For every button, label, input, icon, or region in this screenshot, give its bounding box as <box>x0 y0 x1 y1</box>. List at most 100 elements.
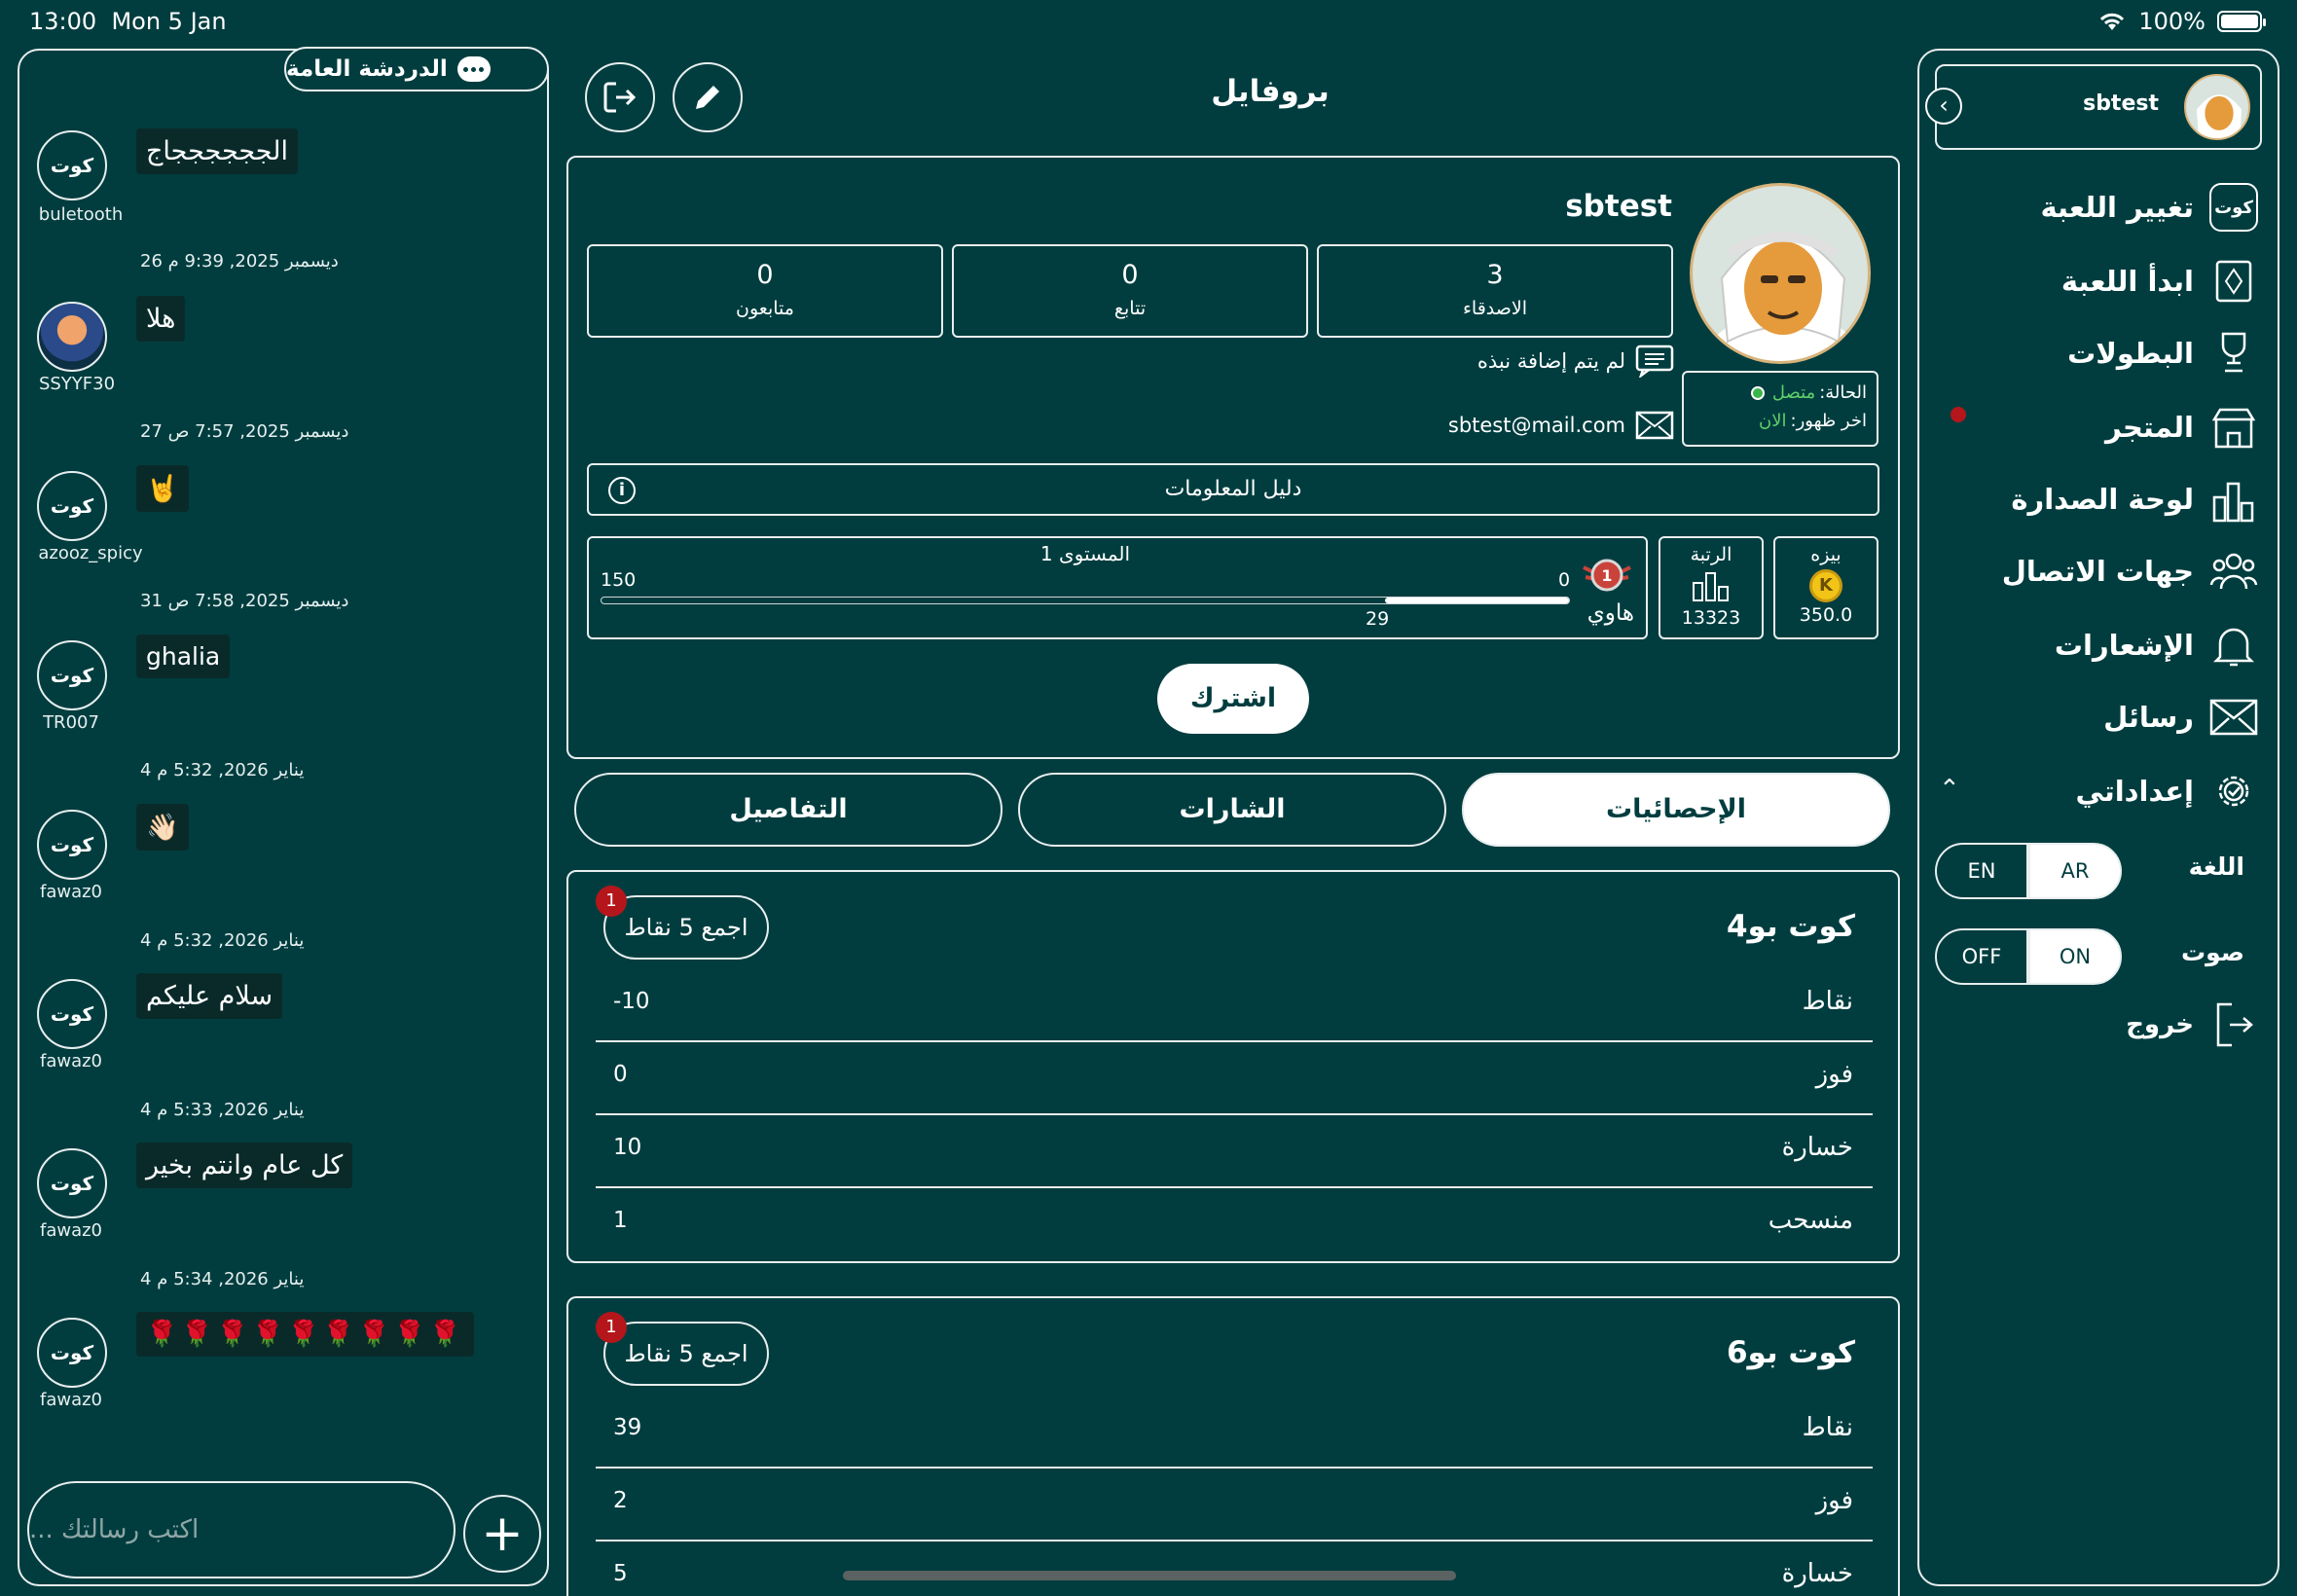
chat-username[interactable]: fawaz0 <box>8 1051 134 1071</box>
chat-username[interactable]: SSYYF30 <box>14 374 140 394</box>
chevron-up-icon[interactable]: ⌃ <box>1939 775 1960 804</box>
profile-bio: لم يتم إضافة نبذه <box>1363 345 1674 378</box>
chat-avatar[interactable] <box>37 302 107 372</box>
add-attachment-button[interactable]: + <box>463 1495 541 1573</box>
page-title: بروفايل <box>1211 74 1330 109</box>
rank-box: الرتبة 13323 <box>1659 536 1764 639</box>
profile-email: sbtest@mail.com <box>1363 411 1674 440</box>
stat-label: الاصدقاء <box>1462 298 1528 319</box>
chat-message: ghalia <box>136 635 231 678</box>
table-row: نقاط -10 <box>596 969 1873 1042</box>
row-label: نقاط <box>1802 987 1853 1016</box>
collapse-sidebar-button[interactable]: ‹ <box>1925 88 1962 125</box>
sound-on-option[interactable]: ON <box>2028 928 2122 985</box>
status-bar: 13:00 Mon 5 Jan 100% <box>0 0 2297 45</box>
bio-text: لم يتم إضافة نبذه <box>1477 349 1625 373</box>
sidebar-user-card[interactable]: ‹ sbtest <box>1925 64 2262 150</box>
info-guide-button[interactable]: i دليل المعلومات <box>587 463 1879 516</box>
email-text: sbtest@mail.com <box>1447 414 1625 437</box>
collect-label: اجمع 5 نقاط <box>624 1340 748 1367</box>
row-value: 0 <box>613 1062 628 1087</box>
pencil-icon <box>696 86 719 109</box>
chat-username[interactable]: buletooth <box>18 204 144 225</box>
chat-username[interactable]: fawaz0 <box>8 1220 134 1241</box>
chat-avatar[interactable]: كوت <box>37 1318 107 1388</box>
battery-icon <box>2217 11 2266 32</box>
logout-label: خروج <box>2126 1010 2194 1039</box>
stat-followers[interactable]: 0 متابعون <box>587 244 943 338</box>
chat-avatar[interactable]: كوت <box>37 979 107 1049</box>
status-label: الحالة: <box>1819 382 1867 403</box>
chat-username[interactable]: fawaz0 <box>8 1390 134 1410</box>
chat-bubble-icon <box>456 56 491 82</box>
chat-message: الججججججاج <box>136 128 298 174</box>
stat-friends[interactable]: 3 الاصدقاء <box>1317 244 1673 338</box>
notification-badge: 1 <box>596 886 627 917</box>
row-value: 1 <box>613 1208 628 1233</box>
chat-message: هلا <box>136 296 186 342</box>
tab-statistics[interactable]: الإحصائيات <box>1462 773 1890 847</box>
sidebar-avatar <box>2184 74 2250 140</box>
notification-badge: 1 <box>596 1312 627 1343</box>
chat-username[interactable]: azooz_spicy <box>27 543 154 563</box>
sidebar-item-notifications[interactable]: الإشعارات <box>1937 617 2258 673</box>
status-value: متصل <box>1771 382 1816 403</box>
sidebar-item-label: تغيير اللعبة <box>2040 191 2194 224</box>
card-title: كوت بو4 <box>1726 909 1855 944</box>
sidebar-item-tournaments[interactable]: البطولات <box>1937 325 2258 381</box>
leaderboard-icon <box>2209 475 2258 524</box>
row-label: فوز <box>1815 1060 1853 1089</box>
language-en-option[interactable]: EN <box>1935 843 2028 899</box>
sidebar-item-label: جهات الاتصال <box>2001 555 2194 588</box>
chat-title-text: الدردشة العامة <box>286 56 448 82</box>
collect-points-button[interactable]: اجمع 5 نقاط 1 <box>596 1312 769 1386</box>
stat-label: تتابع <box>1113 298 1147 319</box>
sidebar-item-store[interactable]: المتجر <box>1937 399 2258 455</box>
sidebar-item-settings[interactable]: إعداداتي <box>1937 763 2258 819</box>
chat-username[interactable]: fawaz0 <box>8 882 134 902</box>
sidebar-item-start-game[interactable]: ابدأ اللعبة <box>1937 253 2258 309</box>
sidebar-item-leaderboard[interactable]: لوحة الصدارة <box>1937 471 2258 527</box>
language-toggle[interactable]: EN AR <box>1935 843 2122 899</box>
chat-date: 4 يناير 2026, 5:34 م <box>140 1269 305 1289</box>
subscribe-button[interactable]: اشترك <box>1157 664 1309 734</box>
chat-avatar[interactable]: كوت <box>37 640 107 710</box>
sound-toggle[interactable]: OFF ON <box>1935 928 2122 985</box>
coins-value: 350.0 <box>1799 604 1853 626</box>
sidebar-item-change-game[interactable]: كوت تغيير اللعبة <box>1937 179 2258 236</box>
sidebar-item-contacts[interactable]: جهات الاتصال <box>1937 543 2258 599</box>
sidebar-logout[interactable]: خروج <box>1937 997 2258 1053</box>
chat-title[interactable]: الدردشة العامة <box>284 47 549 91</box>
chat-avatar[interactable]: كوت <box>37 1148 107 1218</box>
tab-details[interactable]: التفاصيل <box>574 773 1003 847</box>
envelope-icon <box>1635 411 1674 440</box>
chat-message: 🌹🌹🌹🌹🌹🌹🌹🌹🌹 <box>136 1312 475 1357</box>
chat-avatar[interactable]: كوت <box>37 471 107 541</box>
sidebar-item-messages[interactable]: رسائل <box>1937 689 2258 745</box>
chat-date: 27 ديسمبر 2025, 7:57 ص <box>140 421 349 442</box>
leaderboard-icon <box>1693 572 1729 601</box>
collect-points-button[interactable]: اجمع 5 نقاط 1 <box>596 886 769 960</box>
chat-date: 4 يناير 2026, 5:33 م <box>140 1100 305 1120</box>
logout-icon <box>603 82 637 113</box>
profile-avatar[interactable] <box>1690 183 1871 364</box>
edit-profile-button[interactable] <box>673 62 743 132</box>
chat-date: 4 يناير 2026, 5:32 م <box>140 930 305 951</box>
bell-icon <box>2209 621 2258 670</box>
sound-off-option[interactable]: OFF <box>1935 928 2028 985</box>
card-title: كوت بو6 <box>1726 1335 1855 1370</box>
chat-avatar[interactable]: كوت <box>37 810 107 880</box>
rank-label: الرتبة <box>1690 544 1732 565</box>
chat-message-input[interactable]: اكتب رسالتك ... <box>27 1481 456 1578</box>
chat-avatar[interactable]: كوت <box>37 130 107 200</box>
stats-card-kout6: كوت بو6 اجمع 5 نقاط 1 نقاط 39 فوز 2 خسارة 5 <box>566 1296 1900 1596</box>
stat-following[interactable]: 0 تتابع <box>952 244 1308 338</box>
kout-logo-icon: كوت <box>50 1002 94 1026</box>
sound-label: صوت <box>2181 938 2244 966</box>
language-ar-option[interactable]: AR <box>2028 843 2122 899</box>
wifi-icon <box>2100 13 2125 30</box>
tab-badges[interactable]: الشارات <box>1018 773 1446 847</box>
language-label: اللغة <box>2188 852 2244 881</box>
logout-button[interactable] <box>585 62 655 132</box>
chat-username[interactable]: TR007 <box>8 712 134 733</box>
